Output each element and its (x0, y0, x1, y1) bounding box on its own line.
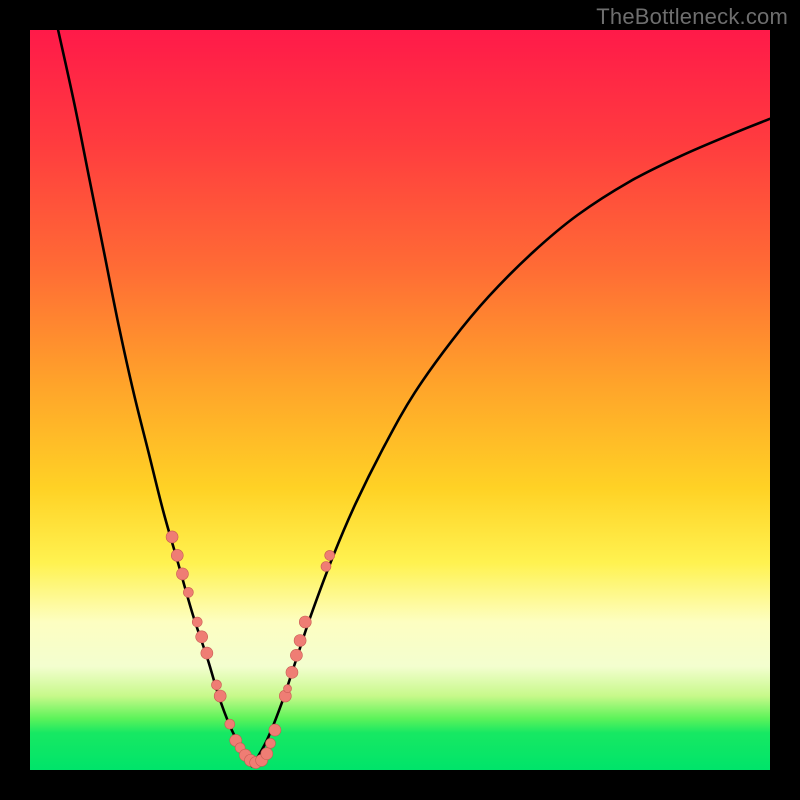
data-marker (261, 748, 273, 760)
chart-svg (30, 30, 770, 770)
data-marker (196, 631, 208, 643)
data-marker (294, 635, 306, 647)
data-marker (183, 587, 193, 597)
data-marker (171, 549, 183, 561)
curve-layer (58, 30, 770, 766)
data-marker (192, 617, 202, 627)
data-marker (290, 649, 302, 661)
data-marker (211, 680, 221, 690)
data-marker (286, 666, 298, 678)
data-marker (321, 562, 331, 572)
plot-area (30, 30, 770, 770)
data-marker (176, 568, 188, 580)
data-marker (225, 719, 235, 729)
curve-left-branch (58, 30, 252, 766)
data-marker (299, 616, 311, 628)
curve-right-branch (252, 119, 770, 767)
data-marker (166, 531, 178, 543)
data-marker (266, 738, 276, 748)
data-marker (284, 685, 292, 693)
watermark-text: TheBottleneck.com (596, 4, 788, 30)
data-marker (201, 647, 213, 659)
app-frame: TheBottleneck.com (0, 0, 800, 800)
data-marker (325, 550, 335, 560)
data-marker (214, 690, 226, 702)
data-marker (269, 724, 281, 736)
marker-layer (166, 531, 335, 769)
